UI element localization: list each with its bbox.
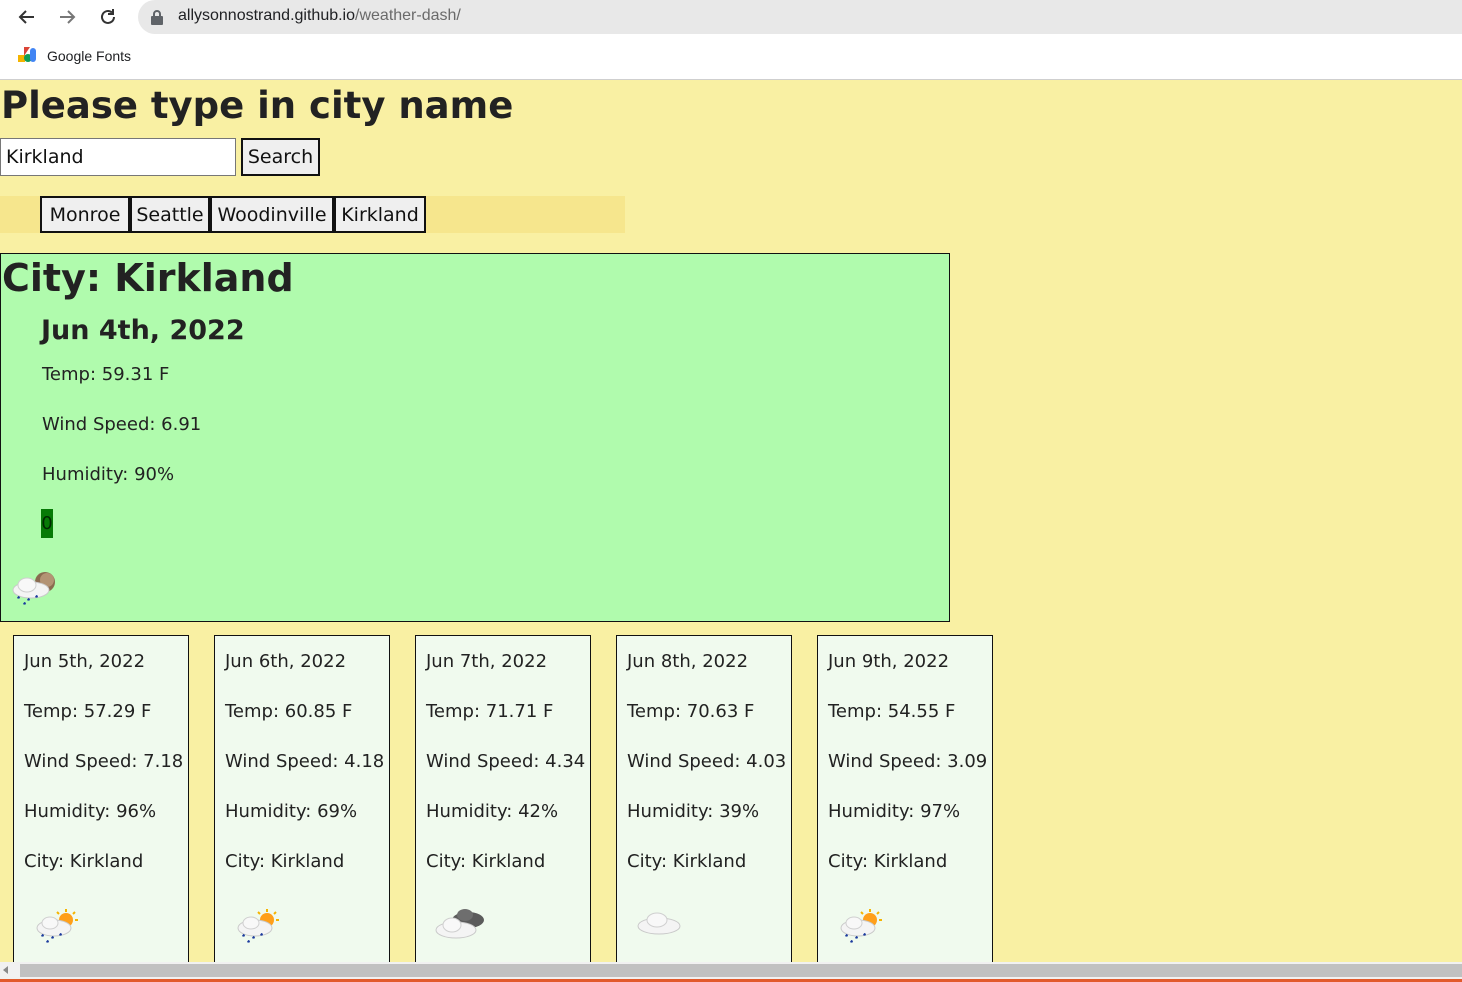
search-history: Monroe Seattle Woodinville Kirkland bbox=[0, 196, 625, 233]
forecast-temp: Temp: 71.71 F bbox=[426, 701, 554, 722]
forecast-temp: Temp: 57.29 F bbox=[24, 701, 152, 722]
forecast-city: City: Kirkland bbox=[426, 851, 546, 872]
forecast-wind: Wind Speed: 3.09 bbox=[828, 751, 988, 772]
forecast-temp: Temp: 54.55 F bbox=[828, 701, 956, 722]
rain-sun-icon bbox=[836, 908, 884, 950]
forecast-date: Jun 7th, 2022 bbox=[426, 651, 548, 672]
rain-sun-icon bbox=[32, 908, 80, 950]
forecast-wind: Wind Speed: 7.18 bbox=[24, 751, 184, 772]
forecast-city: City: Kirkland bbox=[627, 851, 747, 872]
forecast-wind: Wind Speed: 4.03 bbox=[627, 751, 787, 772]
current-weather-card: City: Kirkland Jun 4th, 2022 Temp: 59.31… bbox=[0, 253, 950, 622]
cloud-icon bbox=[635, 908, 683, 942]
scroll-left-arrow-icon[interactable] bbox=[3, 966, 8, 974]
rain-moon-icon bbox=[7, 570, 59, 612]
forecast-temp: Temp: 70.63 F bbox=[627, 701, 755, 722]
bookmark-google-fonts[interactable]: Google Fonts bbox=[18, 47, 131, 64]
forecast-wind: Wind Speed: 4.34 bbox=[426, 751, 586, 772]
forecast-wind: Wind Speed: 4.18 bbox=[225, 751, 385, 772]
address-bar[interactable]: allysonnostrand.github.io/weather-dash/ bbox=[138, 0, 1462, 34]
rain-sun-icon bbox=[233, 908, 281, 950]
current-city: City: Kirkland bbox=[2, 256, 294, 300]
forecast-date: Jun 5th, 2022 bbox=[24, 651, 146, 672]
forecast-humidity: Humidity: 69% bbox=[225, 801, 358, 822]
page-title: Please type in city name bbox=[1, 84, 514, 127]
current-date: Jun 4th, 2022 bbox=[41, 315, 245, 346]
horizontal-scrollbar[interactable] bbox=[0, 962, 1462, 979]
forecast-card: Jun 9th, 2022 Temp: 54.55 F Wind Speed: … bbox=[817, 635, 993, 975]
history-button-kirkland[interactable]: Kirkland bbox=[334, 196, 426, 233]
forecast-city: City: Kirkland bbox=[225, 851, 345, 872]
back-arrow-icon[interactable] bbox=[13, 3, 41, 31]
forward-arrow-icon[interactable] bbox=[53, 3, 81, 31]
forecast-card: Jun 6th, 2022 Temp: 60.85 F Wind Speed: … bbox=[214, 635, 390, 975]
broken-clouds-icon bbox=[432, 906, 488, 946]
forecast-card: Jun 8th, 2022 Temp: 70.63 F Wind Speed: … bbox=[616, 635, 792, 975]
forecast-date: Jun 6th, 2022 bbox=[225, 651, 347, 672]
current-temp: Temp: 59.31 F bbox=[42, 364, 170, 385]
forecast-humidity: Humidity: 97% bbox=[828, 801, 961, 822]
forecast-humidity: Humidity: 42% bbox=[426, 801, 559, 822]
forecast-card: Jun 7th, 2022 Temp: 71.71 F Wind Speed: … bbox=[415, 635, 591, 975]
bookmarks-bar: Google Fonts bbox=[0, 34, 1462, 80]
forecast-city: City: Kirkland bbox=[828, 851, 948, 872]
current-humidity: Humidity: 90% bbox=[42, 464, 175, 485]
forecast-temp: Temp: 60.85 F bbox=[225, 701, 353, 722]
uv-index-badge: 0 bbox=[41, 509, 53, 538]
city-search-input[interactable] bbox=[0, 138, 236, 176]
google-fonts-icon bbox=[18, 47, 37, 64]
forecast-card: Jun 5th, 2022 Temp: 57.29 F Wind Speed: … bbox=[13, 635, 189, 975]
history-button-seattle[interactable]: Seattle bbox=[130, 196, 210, 233]
url-text: allysonnostrand.github.io/weather-dash/ bbox=[178, 7, 461, 24]
current-wind: Wind Speed: 6.91 bbox=[42, 414, 202, 435]
forecast-date: Jun 9th, 2022 bbox=[828, 651, 950, 672]
weather-dashboard: Please type in city name Search Monroe S… bbox=[0, 80, 1462, 975]
forecast-date: Jun 8th, 2022 bbox=[627, 651, 749, 672]
lock-icon bbox=[150, 9, 164, 25]
history-button-woodinville[interactable]: Woodinville bbox=[210, 196, 334, 233]
search-button[interactable]: Search bbox=[241, 138, 320, 176]
forecast-humidity: Humidity: 96% bbox=[24, 801, 157, 822]
forecast-humidity: Humidity: 39% bbox=[627, 801, 760, 822]
reload-icon[interactable] bbox=[94, 3, 122, 31]
scrollbar-thumb[interactable] bbox=[20, 964, 1462, 977]
forecast-city: City: Kirkland bbox=[24, 851, 144, 872]
browser-toolbar: allysonnostrand.github.io/weather-dash/ bbox=[0, 0, 1462, 34]
history-button-monroe[interactable]: Monroe bbox=[40, 196, 130, 233]
